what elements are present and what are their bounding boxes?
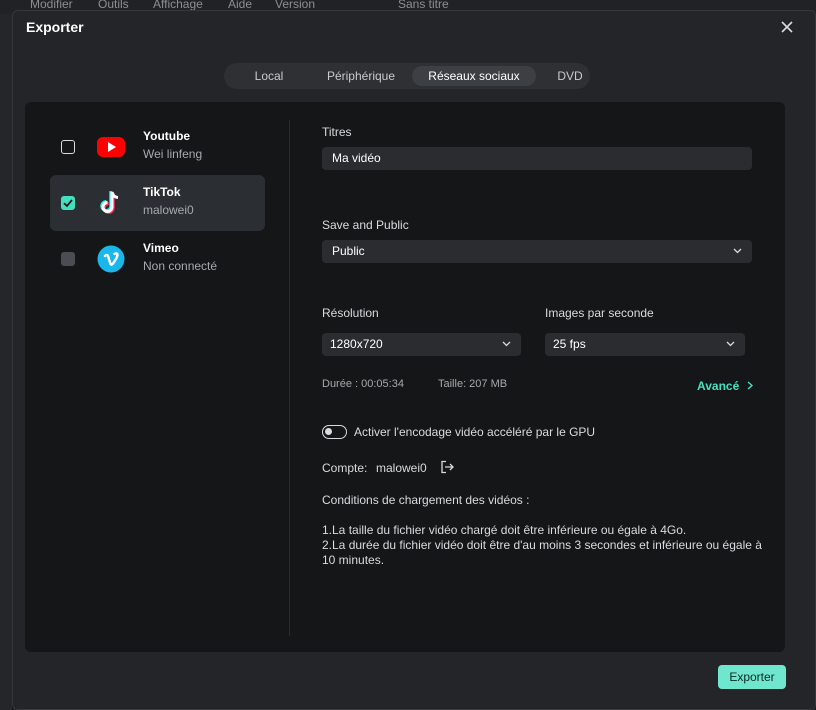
tiktok-icon <box>100 191 119 214</box>
vimeo-icon <box>97 245 125 273</box>
fps-label: Images par seconde <box>545 306 654 320</box>
tiktok-checkbox[interactable] <box>61 196 75 210</box>
youtube-name: Youtube <box>143 129 191 143</box>
chevron-right-icon <box>747 381 753 390</box>
tiktok-user: malowei0 <box>143 203 194 217</box>
title-label: Titres <box>322 125 352 139</box>
tab-dvd[interactable]: DVD <box>540 66 600 86</box>
title-input[interactable]: Ma vidéo <box>322 147 752 170</box>
toggle-knob <box>325 428 332 435</box>
account-label: Compte: <box>322 461 368 475</box>
youtube-checkbox[interactable] <box>61 140 75 154</box>
vimeo-name: Vimeo <box>143 241 179 255</box>
condition-1: 1.La taille du fichier vidéo chargé doit… <box>322 523 687 537</box>
export-dialog: Exporter Local Périphérique Réseaux soci… <box>12 10 816 710</box>
privacy-label: Save and Public <box>322 218 409 232</box>
chevron-down-icon <box>502 341 511 347</box>
account-youtube[interactable]: Youtube Wei linfeng <box>50 119 265 175</box>
dialog-title: Exporter <box>26 19 84 35</box>
advanced-link[interactable]: Avancé <box>697 379 754 393</box>
tiktok-name: TikTok <box>143 185 181 199</box>
export-tabs: Local Périphérique Réseaux sociaux DVD <box>224 63 590 89</box>
size-info: Taille: 207 MB <box>438 378 508 390</box>
background-side-panel <box>0 14 12 710</box>
fps-select[interactable]: 25 fps <box>545 333 745 356</box>
duration-info: Durée : 00:05:34 <box>322 378 404 390</box>
gpu-toggle[interactable] <box>322 425 347 439</box>
condition-2: 2.La durée du fichier vidéo doit être d'… <box>322 538 762 567</box>
chevron-down-icon <box>733 248 742 254</box>
privacy-select[interactable]: Public <box>322 240 752 263</box>
close-button[interactable] <box>775 17 799 39</box>
tab-reseaux-sociaux[interactable]: Réseaux sociaux <box>412 66 536 86</box>
fps-value: 25 fps <box>553 337 586 351</box>
chevron-down-icon <box>726 341 735 347</box>
vimeo-status: Non connecté <box>143 259 218 273</box>
tab-local[interactable]: Local <box>232 66 306 86</box>
social-panel: Youtube Wei linfeng TikTok malowei0 Vime… <box>25 102 785 652</box>
export-button[interactable]: Exporter <box>718 665 786 689</box>
advanced-label: Avancé <box>697 379 740 393</box>
account-vimeo[interactable]: Vimeo Non connecté <box>50 231 265 287</box>
youtube-icon <box>97 137 125 157</box>
panel-divider <box>289 120 290 636</box>
resolution-select[interactable]: 1280x720 <box>322 333 521 356</box>
account-tiktok[interactable]: TikTok malowei0 <box>50 175 265 231</box>
tab-peripherique[interactable]: Périphérique <box>312 66 410 86</box>
youtube-user: Wei linfeng <box>143 147 203 161</box>
check-icon <box>63 199 73 208</box>
close-icon <box>781 21 793 33</box>
account-value: malowei0 <box>376 461 427 475</box>
conditions-heading: Conditions de chargement des vidéos : <box>322 493 530 507</box>
resolution-label: Résolution <box>322 306 379 320</box>
gpu-label: Activer l'encodage vidéo accéléré par le… <box>354 425 596 439</box>
logout-icon[interactable] <box>440 460 455 474</box>
privacy-value: Public <box>332 244 365 258</box>
vimeo-checkbox[interactable] <box>61 252 75 266</box>
resolution-value: 1280x720 <box>330 337 383 351</box>
